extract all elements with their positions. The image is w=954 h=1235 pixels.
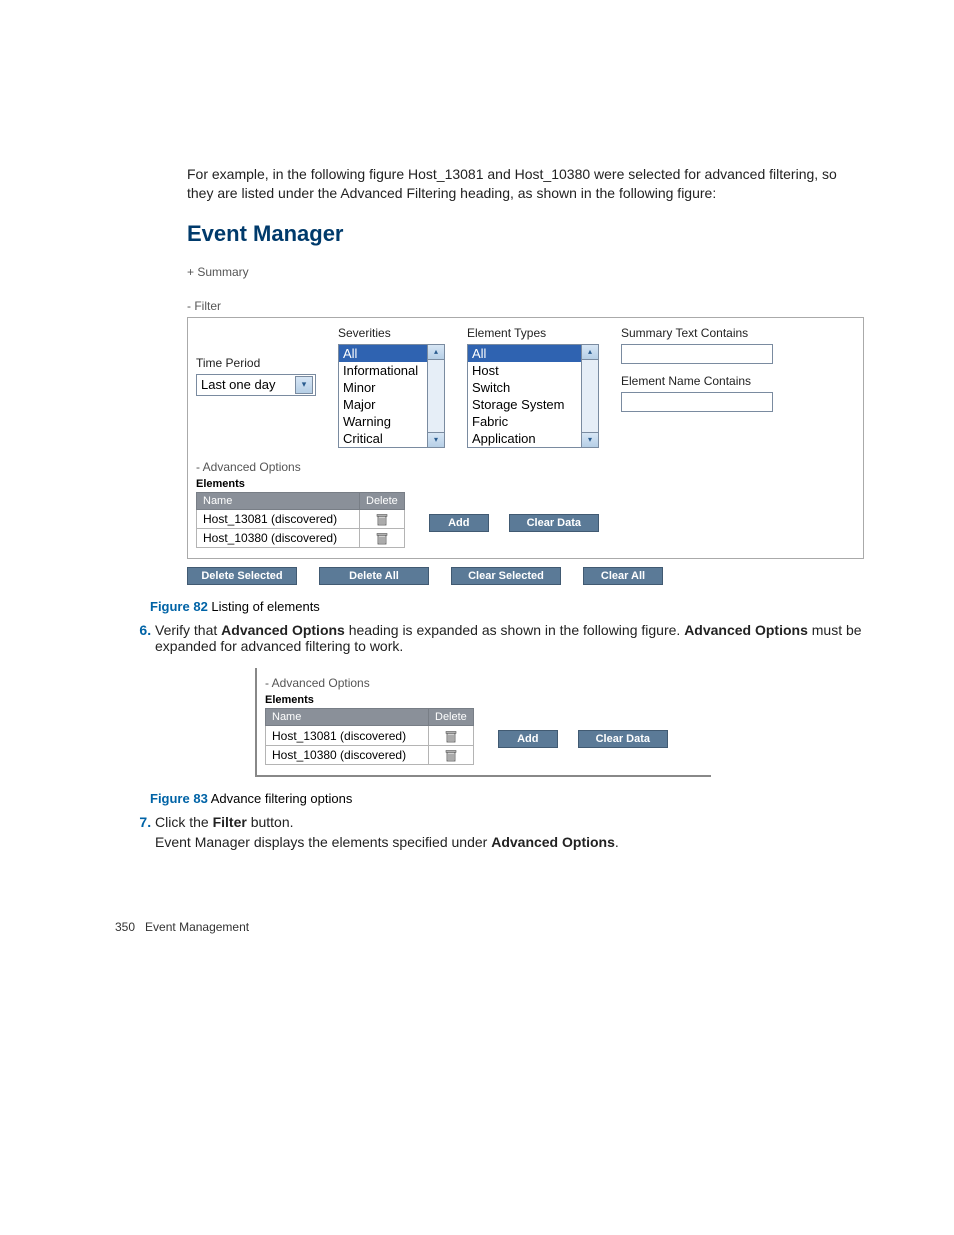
time-period-label: Time Period bbox=[196, 356, 316, 370]
list-item[interactable]: Fabric bbox=[468, 413, 598, 430]
event-manager-title: Event Manager bbox=[187, 221, 864, 247]
figure-82-caption: Figure 82 Listing of elements bbox=[150, 599, 864, 614]
col-name-header: Name bbox=[197, 492, 360, 509]
chevron-up-icon[interactable]: ▴ bbox=[428, 345, 444, 360]
bold-text: Advanced Options bbox=[221, 622, 345, 638]
delete-selected-button[interactable]: Delete Selected bbox=[187, 567, 297, 585]
element-types-listbox[interactable]: All Host Switch Storage System Fabric Ap… bbox=[467, 344, 599, 448]
table-row: Host_13081 (discovered) bbox=[266, 726, 474, 745]
advanced-options-toggle[interactable]: - Advanced Options bbox=[265, 676, 695, 690]
figure-83-caption: Figure 83 Advance filtering options bbox=[150, 791, 864, 806]
time-period-dropdown[interactable]: Last one day ▾ bbox=[196, 374, 316, 396]
trash-icon[interactable] bbox=[445, 730, 457, 743]
figure-label: Figure 83 bbox=[150, 791, 208, 806]
figure-82: Event Manager + Summary - Filter Time Pe… bbox=[187, 221, 864, 586]
list-item[interactable]: Host bbox=[468, 362, 598, 379]
page-number: 350 bbox=[115, 920, 135, 934]
row-name: Host_13081 (discovered) bbox=[266, 726, 429, 745]
text: . bbox=[615, 834, 619, 850]
severities-listbox[interactable]: All Informational Minor Major Warning Cr… bbox=[338, 344, 445, 448]
elements-heading: Elements bbox=[196, 478, 855, 490]
text: button. bbox=[247, 814, 294, 830]
col-delete-header: Delete bbox=[429, 709, 474, 726]
elements-table: Name Delete Host_13081 (discovered) Host… bbox=[265, 708, 474, 765]
trash-icon[interactable] bbox=[376, 513, 388, 526]
bold-text: Advanced Options bbox=[684, 622, 808, 638]
chevron-down-icon[interactable]: ▾ bbox=[582, 432, 598, 447]
trash-icon[interactable] bbox=[445, 749, 457, 762]
chevron-down-icon[interactable]: ▾ bbox=[428, 432, 444, 447]
clear-all-button[interactable]: Clear All bbox=[583, 567, 663, 585]
filter-toggle[interactable]: - Filter bbox=[187, 299, 864, 313]
row-name: Host_13081 (discovered) bbox=[197, 509, 360, 528]
advanced-options-toggle[interactable]: - Advanced Options bbox=[196, 460, 855, 474]
col-name-header: Name bbox=[266, 709, 429, 726]
chevron-up-icon[interactable]: ▴ bbox=[582, 345, 598, 360]
scrollbar[interactable]: ▴ ▾ bbox=[581, 345, 598, 447]
page-footer: 350 Event Management bbox=[115, 920, 864, 934]
clear-data-button[interactable]: Clear Data bbox=[578, 730, 668, 748]
severities-label: Severities bbox=[338, 326, 445, 340]
row-name: Host_10380 (discovered) bbox=[266, 745, 429, 764]
intro-paragraph: For example, in the following figure Hos… bbox=[187, 165, 864, 203]
elements-table: Name Delete Host_13081 (discovered) Host… bbox=[196, 492, 405, 549]
list-item[interactable]: Switch bbox=[468, 379, 598, 396]
figure-caption-text: Listing of elements bbox=[208, 599, 320, 614]
summary-toggle[interactable]: + Summary bbox=[187, 265, 864, 279]
filter-panel: Time Period Last one day ▾ Severities Al… bbox=[187, 317, 864, 560]
figure-caption-text: Advance filtering options bbox=[208, 791, 353, 806]
add-button[interactable]: Add bbox=[498, 730, 558, 748]
time-period-value: Last one day bbox=[201, 377, 275, 392]
step-7: Click the Filter button. Event Manager d… bbox=[155, 814, 864, 850]
elements-heading: Elements bbox=[265, 694, 695, 706]
col-delete-header: Delete bbox=[360, 492, 405, 509]
bold-text: Filter bbox=[213, 814, 247, 830]
clear-data-button[interactable]: Clear Data bbox=[509, 514, 599, 532]
table-row: Host_10380 (discovered) bbox=[266, 745, 474, 764]
row-name: Host_10380 (discovered) bbox=[197, 529, 360, 548]
figure-label: Figure 82 bbox=[150, 599, 208, 614]
table-row: Host_10380 (discovered) bbox=[197, 529, 405, 548]
list-item[interactable]: Application bbox=[468, 430, 598, 447]
element-types-label: Element Types bbox=[467, 326, 599, 340]
chevron-down-icon: ▾ bbox=[295, 376, 313, 394]
figure-83: - Advanced Options Elements Name Delete … bbox=[255, 668, 711, 777]
scrollbar[interactable]: ▴ ▾ bbox=[427, 345, 444, 447]
summary-text-input[interactable] bbox=[621, 344, 773, 364]
trash-icon[interactable] bbox=[376, 532, 388, 545]
text: heading is expanded as shown in the foll… bbox=[345, 622, 684, 638]
text: Click the bbox=[155, 814, 213, 830]
element-name-input[interactable] bbox=[621, 392, 773, 412]
footer-section-title: Event Management bbox=[145, 920, 249, 934]
text: Verify that bbox=[155, 622, 221, 638]
element-name-contains-label: Element Name Contains bbox=[621, 374, 773, 388]
table-row: Host_13081 (discovered) bbox=[197, 509, 405, 528]
step-6: Verify that Advanced Options heading is … bbox=[155, 622, 864, 654]
text: Event Manager displays the elements spec… bbox=[155, 834, 491, 850]
clear-selected-button[interactable]: Clear Selected bbox=[451, 567, 561, 585]
delete-all-button[interactable]: Delete All bbox=[319, 567, 429, 585]
list-item[interactable]: All bbox=[468, 345, 598, 362]
list-item[interactable]: Storage System bbox=[468, 396, 598, 413]
summary-text-contains-label: Summary Text Contains bbox=[621, 326, 773, 340]
bold-text: Advanced Options bbox=[491, 834, 615, 850]
add-button[interactable]: Add bbox=[429, 514, 489, 532]
